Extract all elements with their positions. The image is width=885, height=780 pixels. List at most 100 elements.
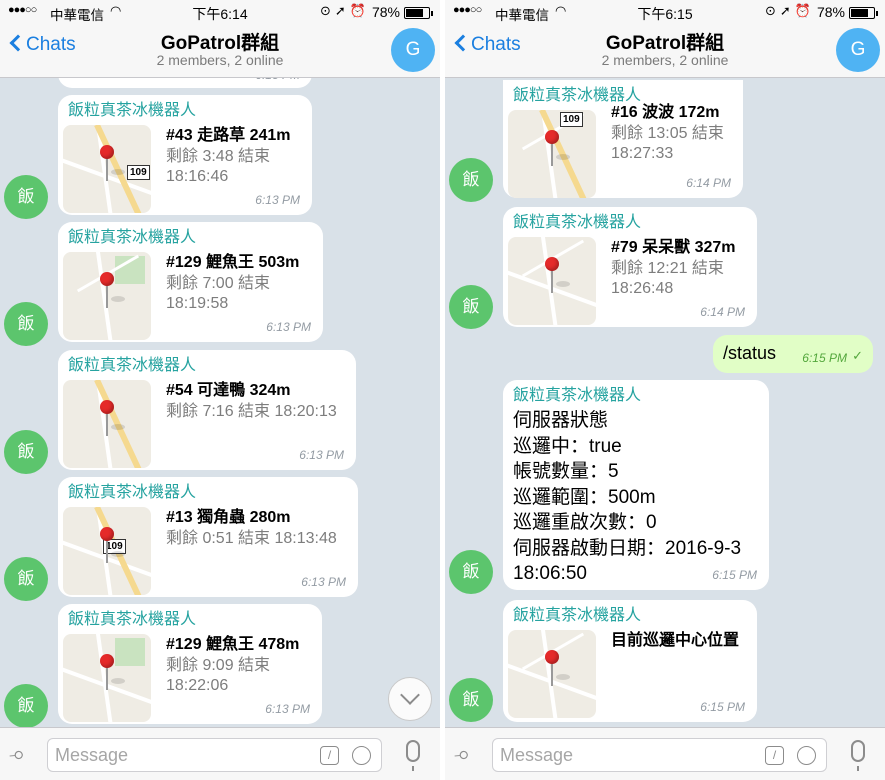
status-line: 巡邏範圍：500m (513, 486, 656, 508)
bot-avatar[interactable]: 飯 (449, 550, 493, 594)
nav-bar: ●●●○○ 中華電信 ◠ 下午6:15 ⊙➚⏰ 78% Chats GoPatr… (445, 0, 885, 78)
remain-line-2: 18:22:06 (166, 677, 229, 694)
sender-name: 飯粒真茶冰機器人 (68, 229, 197, 246)
message-bubble[interactable]: 飯粒真茶冰機器人 #129 鯉魚王 503m 剩餘 7:00 結束 18:19:… (58, 222, 323, 342)
input-bar: ⌕ Message / (0, 727, 440, 780)
status-line: 巡邏重啟次數：0 (513, 512, 657, 533)
remain-line-1: 剩餘 0:51 結束 18:13:48 (166, 530, 337, 547)
pokemon-name: #129 鯉魚王 478m (166, 636, 300, 653)
outgoing-message-bubble[interactable]: /status 6:15 PM ✓ (713, 335, 873, 373)
outgoing-text: /status (723, 343, 777, 363)
sticker-icon[interactable] (797, 746, 816, 765)
server-status-text: 伺服器狀態 巡邏中：true 帳號數量：5 巡邏範圍：500m 巡邏重啟次數：0… (513, 408, 759, 587)
message-bubble[interactable]: 飯粒真茶冰機器人 目前巡邏中心位置 6:15 PM (503, 600, 757, 722)
remain-line-1: 剩餘 12:21 結束 (611, 260, 724, 277)
message-time: 6:13 PM (255, 193, 300, 207)
route-sign: 109 (127, 165, 150, 180)
group-avatar[interactable]: G (391, 28, 435, 72)
remain-line-1: 剩餘 3:48 結束 (166, 148, 271, 165)
sender-name: 飯粒真茶冰機器人 (68, 484, 197, 501)
bot-avatar[interactable]: 飯 (449, 158, 493, 202)
sticker-icon[interactable] (352, 746, 371, 765)
input-bar: ⌕ Message / (445, 727, 885, 780)
message-row: 飯 飯粒真茶冰機器人 109 #43 走路草 241m 剩餘 3:48 結束 1… (0, 95, 440, 219)
message-row: 飯 飯粒真茶冰機器人 109 #16 波波 172m 剩餘 13:05 結束 1… (445, 80, 885, 202)
sender-name: 飯粒真茶冰機器人 (513, 607, 642, 624)
location-icon: ➚ (779, 3, 795, 18)
status-bar: ●●●○○ 中華電信 ◠ 下午6:14 ⊙➚⏰ 78% (0, 0, 440, 24)
pokemon-info: #129 鯉魚王 503m 剩餘 7:00 結束 18:19:58 (166, 252, 299, 314)
microphone-icon[interactable] (406, 740, 420, 771)
map-thumbnail[interactable]: 109 (63, 507, 151, 595)
map-pin-icon (545, 650, 559, 664)
bot-avatar[interactable]: 飯 (4, 302, 48, 346)
command-icon[interactable]: / (765, 746, 784, 765)
map-thumbnail[interactable]: 109 (63, 125, 151, 213)
pokemon-name: #79 呆呆獸 327m (611, 239, 736, 256)
bot-avatar[interactable]: 飯 (449, 285, 493, 329)
message-time: 6:13 PM (266, 320, 311, 334)
map-thumbnail[interactable] (508, 237, 596, 325)
map-thumbnail[interactable]: 109 (508, 110, 596, 198)
remain-line-2: 18:19:58 (166, 295, 229, 312)
bot-avatar[interactable]: 飯 (4, 430, 48, 474)
message-placeholder: Message (500, 745, 574, 765)
group-avatar[interactable]: G (836, 28, 880, 72)
bot-avatar[interactable]: 飯 (4, 557, 48, 601)
message-input[interactable]: Message / (492, 738, 827, 772)
location-icon: ➚ (334, 3, 350, 18)
chat-title: GoPatrol群組 (605, 33, 725, 54)
battery-percent: 78% (371, 4, 400, 20)
sender-name: 飯粒真茶冰機器人 (513, 214, 642, 231)
pokemon-name: #129 鯉魚王 503m (166, 254, 300, 271)
sent-check-icon: ✓ (852, 348, 863, 363)
message-bubble[interactable]: 飯粒真茶冰機器人 109 #13 獨角蟲 280m 剩餘 0:51 結束 18:… (58, 477, 358, 597)
map-pin-icon (100, 654, 114, 668)
map-thumbnail[interactable] (63, 380, 151, 468)
attach-icon[interactable]: ⌕ (5, 740, 33, 770)
map-pin-icon (545, 130, 559, 144)
bot-avatar[interactable]: 飯 (4, 684, 48, 728)
sender-name: 飯粒真茶冰機器人 (68, 357, 197, 374)
message-bubble[interactable]: 飯粒真茶冰機器人 #129 鯉魚王 478m 剩餘 9:09 結束 18:22:… (58, 604, 322, 724)
message-bubble[interactable]: 飯粒真茶冰機器人 109 #43 走路草 241m 剩餘 3:48 結束 18:… (58, 95, 312, 215)
map-thumbnail[interactable] (63, 252, 151, 340)
message-row: 飯 飯粒真茶冰機器人 #129 鯉魚王 503m 剩餘 7:00 結束 18:1… (0, 222, 440, 346)
microphone-icon[interactable] (851, 740, 865, 771)
bot-avatar[interactable]: 飯 (449, 678, 493, 722)
remain-line-1: 剩餘 7:00 結束 (166, 275, 271, 292)
message-bubble[interactable]: 飯粒真茶冰機器人 109 #16 波波 172m 剩餘 13:05 結束 18:… (503, 80, 743, 198)
nav-bar: ●●●○○ 中華電信 ◠ 下午6:14 ⊙➚⏰ 78% Chats GoPatr… (0, 0, 440, 78)
attach-icon[interactable]: ⌕ (450, 740, 478, 770)
bot-avatar[interactable]: 飯 (4, 175, 48, 219)
chevron-down-icon (400, 685, 420, 705)
map-thumbnail[interactable] (508, 630, 596, 718)
pokemon-info: #129 鯉魚王 478m 剩餘 9:09 結束 18:22:06 (166, 634, 299, 696)
map-thumbnail[interactable] (63, 634, 151, 722)
sender-name: 飯粒真茶冰機器人 (68, 611, 197, 628)
map-pin-icon (100, 272, 114, 286)
location-info: 目前巡邏中心位置 (611, 630, 739, 652)
remain-line-1: 剩餘 7:16 結束 18:20:13 (166, 403, 337, 420)
message-time: 6:14 PM (700, 305, 745, 319)
message-bubble[interactable]: 飯粒真茶冰機器人 #54 可達鴨 324m 剩餘 7:16 結束 18:20:1… (58, 350, 356, 470)
alarm-icon: ⏰ (349, 3, 370, 18)
scroll-down-button[interactable] (388, 677, 432, 721)
message-row: 飯 飯粒真茶冰機器人 109 #13 獨角蟲 280m 剩餘 0:51 結束 1… (0, 477, 440, 601)
message-time: 6:14 PM (686, 176, 731, 190)
sender-name: 飯粒真茶冰機器人 (68, 102, 197, 119)
message-time: 6:15 PM (700, 700, 745, 714)
remain-line-2: 18:26:48 (611, 280, 674, 297)
command-icon[interactable]: / (320, 746, 339, 765)
pokemon-info: #79 呆呆獸 327m 剩餘 12:21 結束 18:26:48 (611, 237, 736, 299)
battery-icon (404, 7, 433, 19)
message-bubble[interactable]: 飯粒真茶冰機器人 伺服器狀態 巡邏中：true 帳號數量：5 巡邏範圍：500m… (503, 380, 769, 590)
message-input[interactable]: Message / (47, 738, 382, 772)
map-pin-icon (100, 400, 114, 414)
status-icons: ⊙➚⏰ (765, 3, 815, 19)
pokemon-info: #43 走路草 241m 剩餘 3:48 結束 18:16:46 (166, 125, 291, 187)
message-bubble[interactable]: 飯粒真茶冰機器人 #79 呆呆獸 327m 剩餘 12:21 結束 18:26:… (503, 207, 757, 327)
message-placeholder: Message (55, 745, 129, 765)
map-pin-icon (100, 527, 114, 541)
status-bar: ●●●○○ 中華電信 ◠ 下午6:15 ⊙➚⏰ 78% (445, 0, 885, 24)
